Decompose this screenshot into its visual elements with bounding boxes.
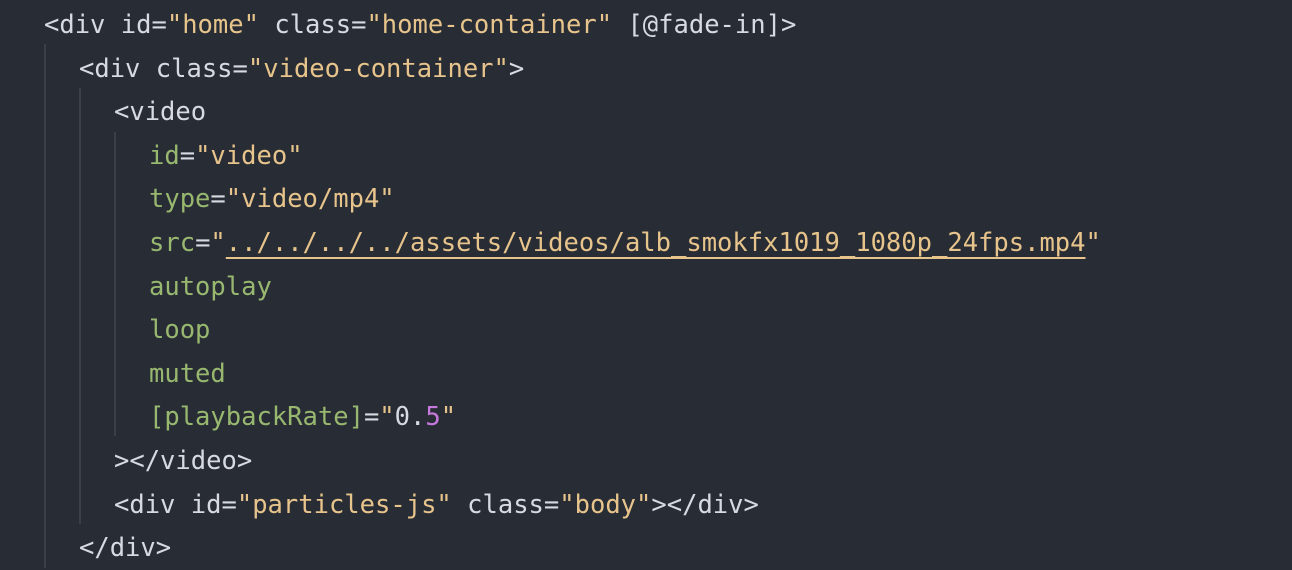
code-line[interactable]: ></video> [114,440,252,483]
code-token: = [221,489,237,520]
code-token: [playbackRate] [149,402,364,433]
code-token: id [120,10,152,40]
code-token: " [440,402,457,433]
code-line[interactable]: <div class="video-container"> [79,48,524,91]
code-token: "particles-js" [236,489,452,520]
code-token: </div> [79,533,172,564]
code-token: " [210,228,226,258]
code-token: class [451,489,544,520]
code-editor[interactable]: <div id="home" class="home-container" [@… [0,0,1292,568]
code-line[interactable]: type="video/mp4" [149,178,395,221]
code-token: loop [149,315,211,346]
code-token: = [210,184,226,215]
src-path-link[interactable]: ../../../../assets/videos/alb_smokfx1019… [226,228,1086,258]
code-token: " [379,402,395,433]
code-token: class [258,10,352,40]
code-token: type [149,184,211,215]
code-token: <div [114,489,191,520]
code-token: class [155,53,233,84]
code-token: = [543,489,560,520]
code-token: id [190,489,222,520]
code-token: 5 [425,402,441,433]
code-token: "home" [166,10,259,40]
code-token: "video" [195,140,303,171]
code-line[interactable]: muted [149,353,226,396]
code-token: <div [44,10,121,40]
code-token: muted [149,358,226,389]
code-token: = [151,10,167,40]
code-token: 0. [394,402,426,433]
indent-guide [44,44,46,568]
code-token: <div [79,53,156,84]
code-token: autoplay [149,271,272,302]
code-line[interactable]: <div id="home" class="home-container" [@… [44,4,796,47]
code-token: > [508,53,525,84]
code-line[interactable]: src="../../../../assets/videos/alb_smokf… [149,222,1101,265]
code-token: = [179,140,196,171]
code-token: "body" [559,489,652,520]
code-token: <video [114,97,207,128]
code-line[interactable]: id="video" [149,135,303,178]
code-line[interactable]: [playbackRate]="0.5" [149,396,456,439]
code-token: ></div> [651,489,759,520]
code-token: ></video> [114,446,253,476]
code-token: = [195,228,211,258]
code-line[interactable]: <div id="particles-js" class="body"></di… [114,484,759,527]
code-line[interactable]: autoplay [149,266,272,309]
code-token: id [149,140,180,171]
indent-guide [114,132,116,436]
code-token: "home-container" [366,10,613,40]
code-token: "video-container" [247,53,509,84]
code-token: src [149,228,196,258]
indent-guide [79,88,81,524]
code-token: = [363,402,380,433]
code-token: "video/mp4" [225,184,395,215]
code-line[interactable]: </div> [79,527,171,570]
code-line[interactable]: loop [149,309,210,352]
code-line[interactable]: <video [114,91,206,134]
code-token: = [351,10,367,40]
code-token: [@fade-in]> [612,10,797,40]
code-token: " [1085,228,1101,258]
code-token: = [232,53,248,84]
